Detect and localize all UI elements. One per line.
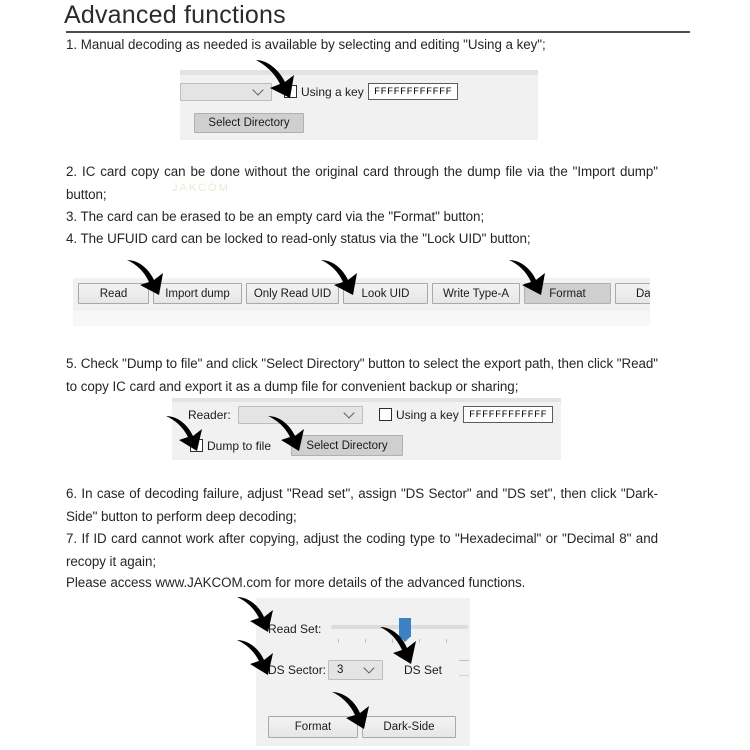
using-a-key-checkbox[interactable] <box>284 85 297 98</box>
using-a-key-label: Using a key <box>301 85 364 99</box>
watermark: JAKCOM <box>172 182 230 194</box>
dump-to-file-checkbox[interactable] <box>190 439 203 452</box>
dump-panel-top-strip <box>172 398 561 402</box>
ds-set-label: DS Set <box>404 663 443 677</box>
ds-sector-value: 3 <box>337 664 344 676</box>
toolbar-button-only-read-uid[interactable]: Only Read UID <box>246 283 339 304</box>
paragraph-item-5: 5. Check "Dump to file" and click "Selec… <box>66 356 658 394</box>
read-set-slider-thumb[interactable] <box>399 618 411 642</box>
panel-right-divider-2 <box>459 675 469 676</box>
ds-sector-label: DS Sector: <box>268 663 327 677</box>
toolbar-button-look-uid[interactable]: Look UID <box>343 283 428 304</box>
reader-combobox[interactable] <box>180 83 272 101</box>
dump-to-file-label: Dump to file <box>207 439 272 453</box>
dump-settings-panel: Reader: Using a key FFFFFFFFFFFF Dump to… <box>172 398 561 460</box>
dump-select-directory-button[interactable]: Select Directory <box>291 435 403 456</box>
darkside-settings-panel: Read Set: DS Sector: 3 DS Set Format Dar… <box>256 598 470 746</box>
paragraph-item-4: 4. The UFUID card can be locked to read-… <box>66 231 531 246</box>
paragraph-item-8: Please access www.JAKCOM.com for more de… <box>66 575 526 590</box>
ds-sector-combobox[interactable]: 3 <box>328 660 383 680</box>
key-value-field[interactable]: FFFFFFFFFFFF <box>368 83 458 100</box>
dump-reader-combobox[interactable] <box>238 406 363 424</box>
toolbar-button-format[interactable]: Format <box>524 283 611 304</box>
dark-side-button[interactable]: Dark-Side <box>362 716 456 738</box>
toolbar-button-import-dump[interactable]: Import dump <box>153 283 242 304</box>
panel-top-strip <box>180 70 538 75</box>
paragraph-item-1: 1. Manual decoding as needed is availabl… <box>66 37 546 52</box>
darkside-format-button[interactable]: Format <box>268 716 358 738</box>
read-set-slider-ticks <box>331 639 468 644</box>
paragraph-item-2: 2. IC card copy can be done without the … <box>66 164 658 202</box>
chevron-down-icon <box>365 664 374 673</box>
chevron-down-icon <box>345 409 354 418</box>
dump-using-a-key-checkbox[interactable] <box>379 408 392 421</box>
dump-using-a-key-label: Using a key <box>396 408 459 422</box>
toolbar-bottom-strip <box>73 311 650 326</box>
read-set-label: Read Set: <box>268 622 322 636</box>
page-title: Advanced functions <box>64 1 286 29</box>
chevron-down-icon <box>254 86 263 95</box>
title-divider <box>66 31 690 33</box>
panel-right-divider <box>459 660 469 661</box>
toolbar-button-write-type-a[interactable]: Write Type-A <box>432 283 520 304</box>
action-toolbar-panel: Read Import dump Only Read UID Look UID … <box>73 278 650 326</box>
toolbar-button-read[interactable]: Read <box>78 283 149 304</box>
reader-label: Reader: <box>188 408 231 422</box>
paragraph-item-6: 6. In case of decoding failure, adjust "… <box>66 486 658 524</box>
select-directory-button[interactable]: Select Directory <box>194 113 304 133</box>
toolbar-button-da[interactable]: Da <box>615 283 650 304</box>
dump-key-value-field[interactable]: FFFFFFFFFFFF <box>463 406 553 423</box>
key-settings-panel: Using a key FFFFFFFFFFFF Select Director… <box>180 70 538 140</box>
paragraph-item-3: 3. The card can be erased to be an empty… <box>66 209 485 224</box>
paragraph-item-7: 7. If ID card cannot work after copying,… <box>66 531 658 569</box>
